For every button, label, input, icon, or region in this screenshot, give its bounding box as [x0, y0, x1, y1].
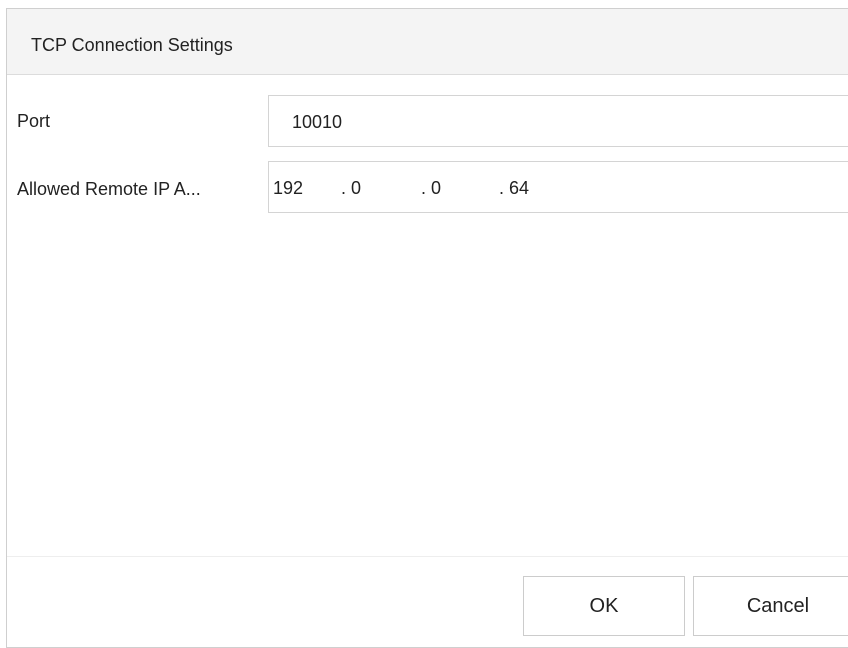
allowed-remote-ip-label: Allowed Remote IP A... — [17, 179, 201, 199]
ip-octet-2[interactable]: 0 — [351, 178, 361, 199]
ip-octet-3[interactable]: 0 — [431, 178, 441, 199]
allowed-remote-ip-input[interactable]: 192 . 0 . 0 . 64 — [268, 161, 848, 213]
footer-divider — [7, 556, 848, 557]
tcp-connection-settings-dialog: TCP Connection Settings Port 10010 Allow… — [6, 8, 848, 648]
dialog-title: TCP Connection Settings — [31, 35, 233, 55]
ok-button[interactable]: OK — [523, 576, 685, 636]
ip-separator: . — [421, 178, 427, 198]
cancel-button[interactable]: Cancel — [693, 576, 848, 636]
port-input[interactable]: 10010 — [268, 95, 848, 147]
port-value: 10010 — [292, 112, 343, 132]
ip-octet-4[interactable]: 64 — [509, 178, 529, 199]
ip-octet-1[interactable]: 192 — [273, 178, 303, 199]
port-label: Port — [17, 111, 51, 131]
dialog-header: TCP Connection Settings — [7, 9, 848, 75]
ip-separator: . — [341, 178, 347, 198]
ip-separator: . — [499, 178, 505, 198]
